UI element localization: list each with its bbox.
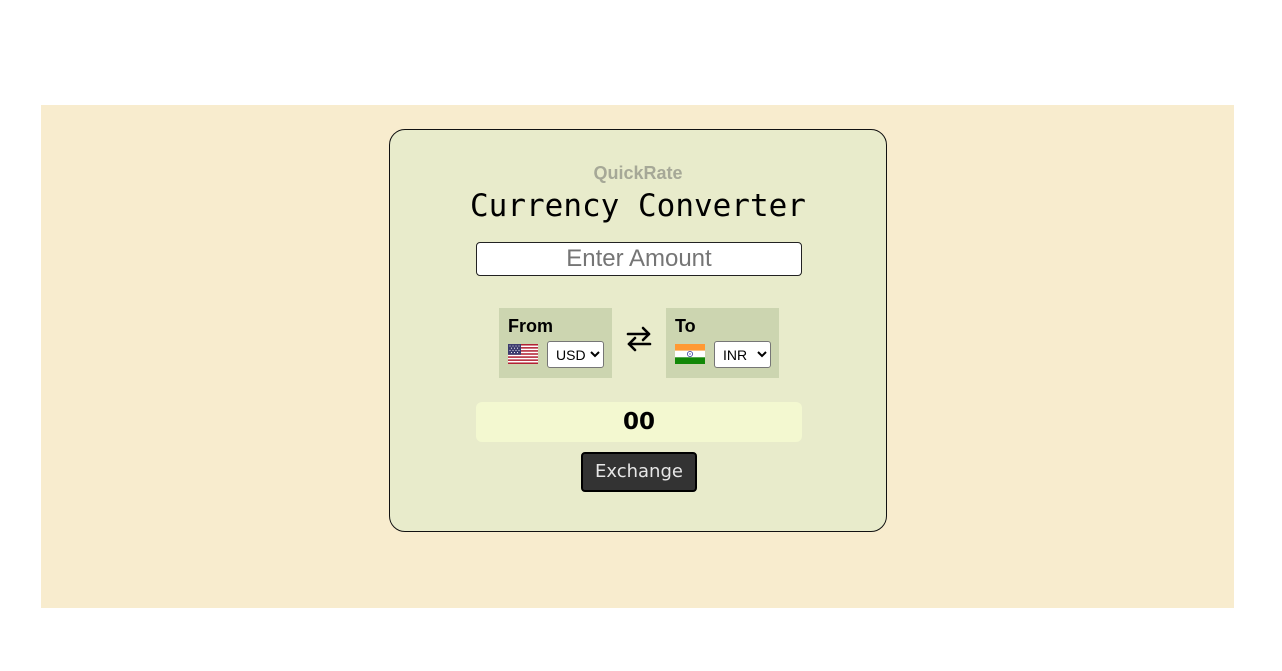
brand-name: QuickRate (593, 163, 683, 183)
from-label: From (508, 316, 553, 336)
to-label: To (675, 316, 696, 336)
conversion-result: 00 (476, 402, 802, 442)
page-title: Currency Converter (470, 188, 806, 224)
to-currency-select[interactable]: INR (714, 341, 771, 368)
exchange-button[interactable]: Exchange (581, 452, 697, 492)
amount-input[interactable] (476, 242, 802, 276)
from-currency-box: From USD (499, 308, 612, 378)
india-flag-icon (675, 344, 705, 364)
to-currency-box: To INR (666, 308, 779, 378)
converter-card: QuickRate Currency Converter From (389, 129, 887, 532)
us-flag-icon (508, 344, 538, 364)
page-background: QuickRate Currency Converter From (41, 105, 1234, 608)
swap-arrows-icon[interactable] (624, 324, 654, 354)
from-currency-select[interactable]: USD (547, 341, 604, 368)
